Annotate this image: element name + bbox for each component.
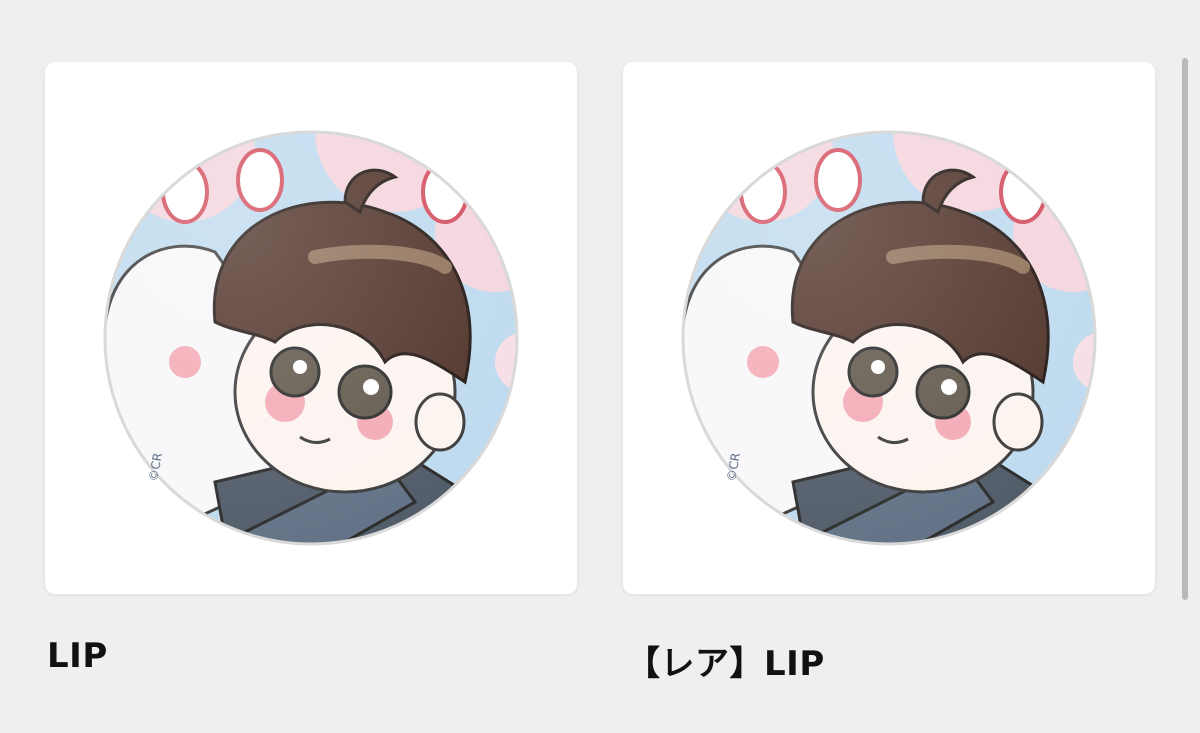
product-card-image[interactable]: ©CR [45,62,577,594]
badge-illustration: ©CR [681,130,1097,546]
product-title-rare[interactable]: 【レア】LIP [626,636,825,685]
badge-illustration: ©CR [103,130,519,546]
product-card-image-rare[interactable]: ©CR [623,62,1155,594]
scrollbar[interactable] [1182,58,1188,600]
product-title[interactable]: LIP [47,636,108,676]
